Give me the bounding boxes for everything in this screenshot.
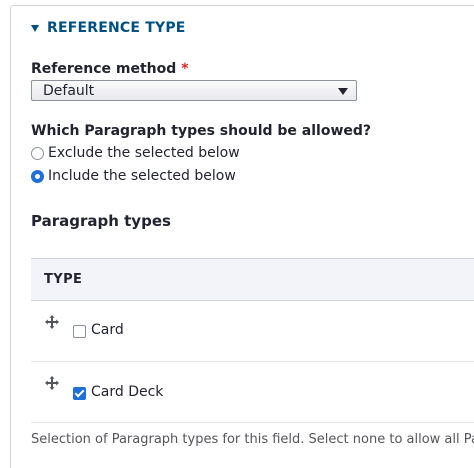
required-marker: * xyxy=(181,61,189,77)
radio-include-button[interactable] xyxy=(31,169,44,183)
paragraph-types-table: TYPE Card Card Deck xyxy=(31,258,474,423)
checkbox-card[interactable] xyxy=(73,325,86,338)
field-description: Selection of Paragraph types for this fi… xyxy=(31,432,474,447)
column-header-type: TYPE xyxy=(44,272,83,287)
radio-exclude-label: Exclude the selected below xyxy=(48,145,240,161)
checkbox-card-deck[interactable] xyxy=(73,387,86,400)
drag-handle-icon[interactable] xyxy=(44,314,60,330)
radio-exclude-button[interactable] xyxy=(31,146,44,160)
paragraph-types-title: Paragraph types xyxy=(31,212,171,230)
radio-include[interactable]: Include the selected below xyxy=(31,168,236,184)
radio-include-label: Include the selected below xyxy=(48,168,236,184)
row-label-card-deck: Card Deck xyxy=(91,384,164,400)
allowed-types-question: Which Paragraph types should be allowed? xyxy=(31,123,372,139)
table-header: TYPE xyxy=(31,259,474,301)
reference-method-label-text: Reference method xyxy=(31,61,177,77)
dropdown-arrow-icon xyxy=(338,88,348,95)
triangle-down-icon xyxy=(31,25,39,32)
reference-type-summary[interactable]: REFERENCE TYPE xyxy=(31,20,186,36)
reference-method-select[interactable]: Default xyxy=(31,80,357,101)
drag-handle-icon[interactable] xyxy=(44,375,60,391)
row-label-card: Card xyxy=(91,322,124,338)
table-row: Card Deck xyxy=(31,362,474,423)
reference-method-value: Default xyxy=(43,83,95,99)
radio-exclude[interactable]: Exclude the selected below xyxy=(31,145,240,161)
reference-method-label: Reference method * xyxy=(31,61,189,77)
summary-label: REFERENCE TYPE xyxy=(47,20,186,36)
table-row: Card xyxy=(31,301,474,362)
